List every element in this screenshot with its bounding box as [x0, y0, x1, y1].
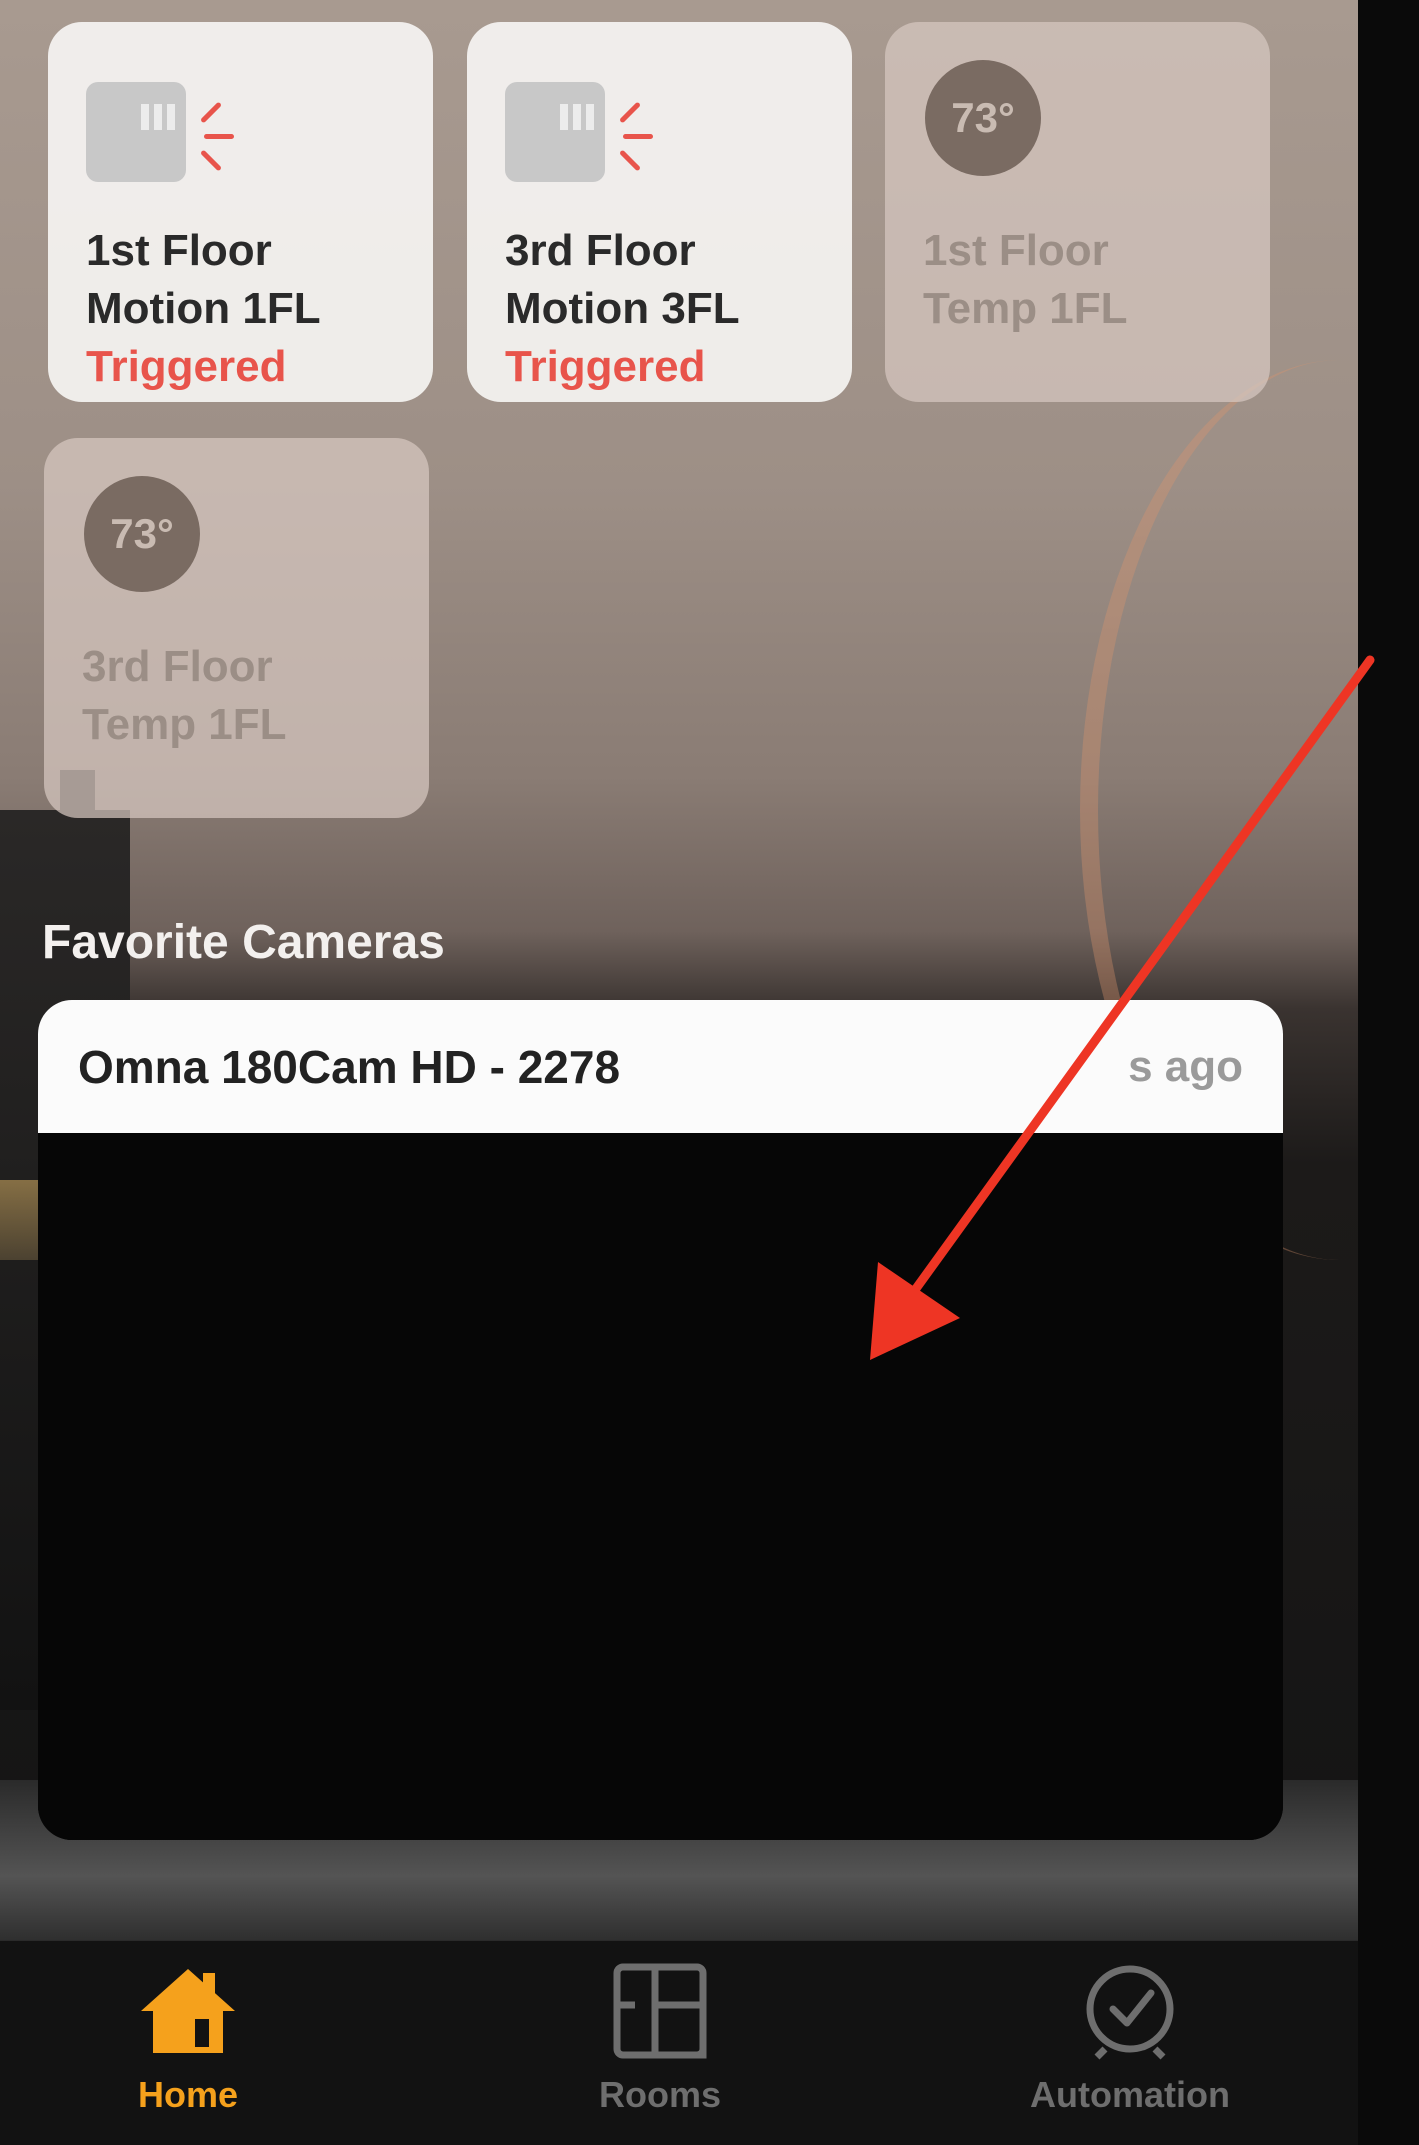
tab-automation[interactable]: Automation: [1000, 1961, 1260, 2116]
accessory-name: Motion 3FL: [505, 284, 740, 333]
accessory-name: Temp 1FL: [82, 700, 287, 749]
rooms-icon: [613, 1963, 707, 2059]
tab-rooms[interactable]: Rooms: [530, 1961, 790, 2116]
screen-edge: [1358, 0, 1419, 2145]
accessory-tile-motion-3fl[interactable]: 3rd Floor Motion 3FL Triggered: [467, 22, 852, 402]
tab-label: Rooms: [598, 2074, 721, 2115]
accessory-name: Motion 1FL: [86, 284, 321, 333]
accessory-room: 3rd Floor: [505, 226, 696, 275]
camera-header: Omna 180Cam HD - 2278 s ago: [38, 1000, 1283, 1133]
accessory-tile-temp-3fl[interactable]: 73° 3rd Floor Temp 1FL: [44, 438, 429, 818]
temperature-sensor-icon: 73°: [925, 60, 1041, 176]
tab-home[interactable]: Home: [58, 1961, 318, 2116]
camera-card[interactable]: Omna 180Cam HD - 2278 s ago: [38, 1000, 1283, 1840]
favorite-cameras-heading: Favorite Cameras: [42, 916, 445, 969]
accessory-room: 1st Floor: [923, 226, 1109, 275]
motion-sensor-icon: [505, 62, 653, 182]
accessory-status: Triggered: [505, 342, 706, 391]
motion-sensor-icon: [86, 62, 234, 182]
camera-name: Omna 180Cam HD - 2278: [78, 1040, 621, 1093]
temperature-sensor-icon: 73°: [84, 476, 200, 592]
accessory-room: 3rd Floor: [82, 642, 273, 691]
accessory-tile-motion-1fl[interactable]: 1st Floor Motion 1FL Triggered: [48, 22, 433, 402]
clock-check-icon: [1086, 1965, 1174, 2060]
tab-label: Home: [137, 2074, 239, 2115]
camera-feed[interactable]: [38, 1133, 1283, 1840]
accessory-status: Triggered: [86, 342, 287, 391]
tab-bar: Home Rooms Automation: [0, 1940, 1358, 2145]
tab-label: Automation: [1030, 2074, 1230, 2115]
accessory-room: 1st Floor: [86, 226, 272, 275]
house-icon: [141, 1969, 235, 2053]
accessory-tile-temp-1fl[interactable]: 73° 1st Floor Temp 1FL: [885, 22, 1270, 402]
camera-updated-time: s ago: [1128, 1041, 1243, 1091]
accessory-name: Temp 1FL: [923, 284, 1128, 333]
